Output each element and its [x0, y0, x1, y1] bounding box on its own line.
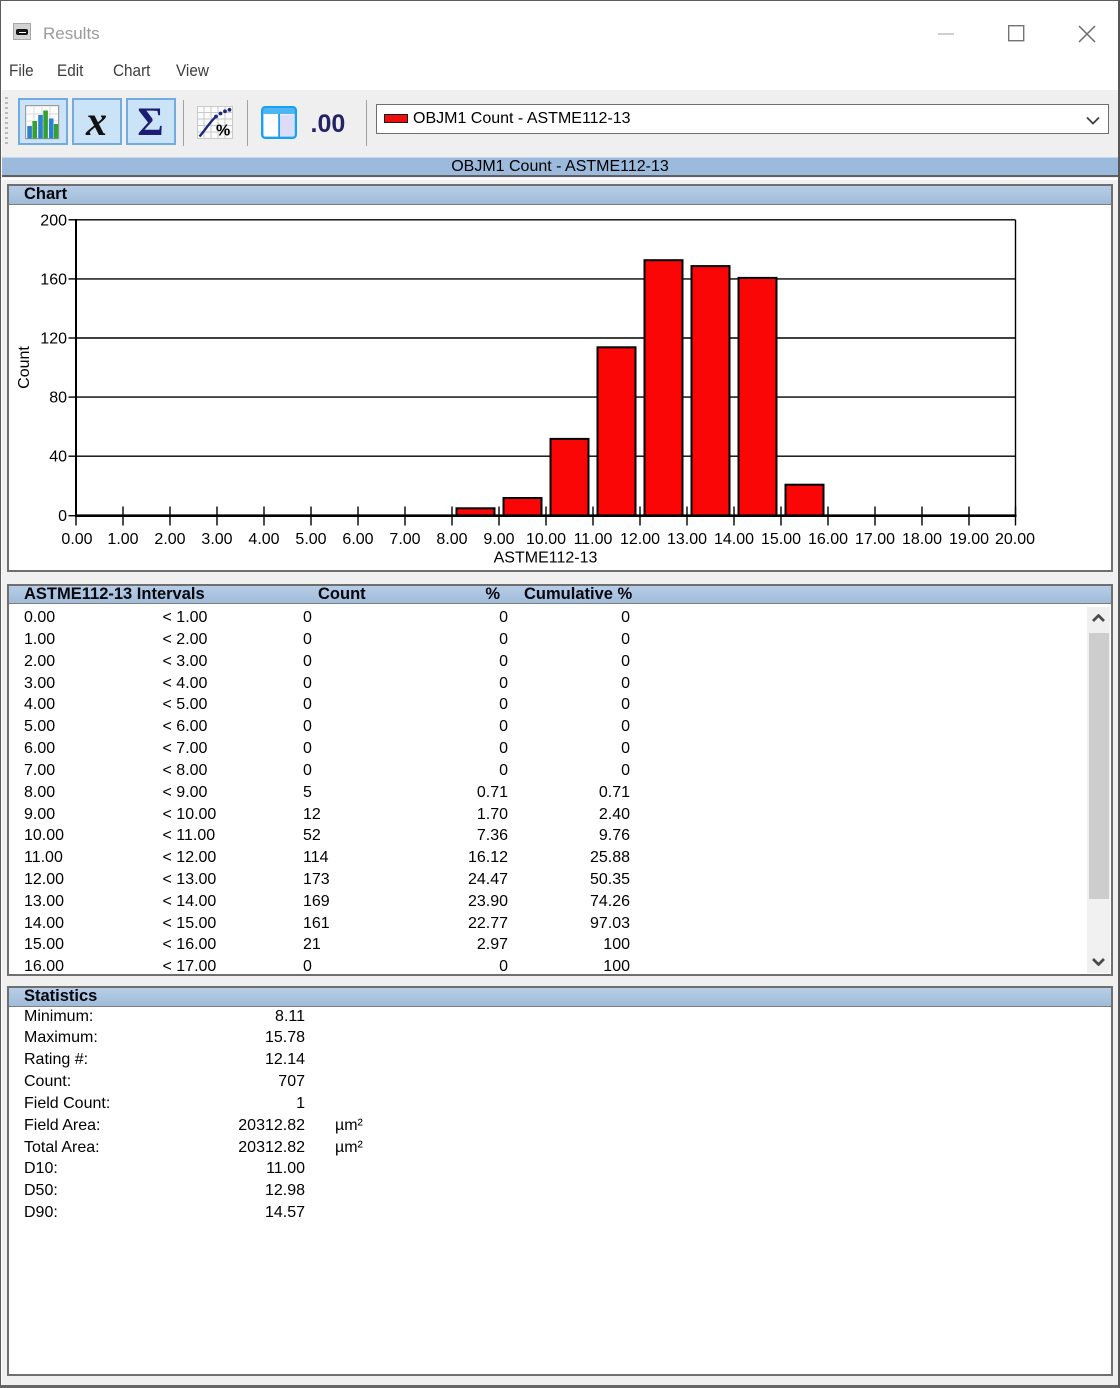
svg-text:10.00: 10.00: [526, 531, 566, 548]
svg-text:1.00: 1.00: [107, 531, 138, 548]
svg-text:8.00: 8.00: [436, 531, 467, 548]
svg-text:18.00: 18.00: [902, 531, 942, 548]
svg-text:200: 200: [40, 212, 67, 229]
svg-text:14.00: 14.00: [714, 531, 754, 548]
svg-text:7.00: 7.00: [389, 531, 420, 548]
svg-text:4.00: 4.00: [248, 531, 279, 548]
svg-text:40: 40: [49, 448, 67, 465]
svg-text:15.00: 15.00: [761, 531, 801, 548]
svg-text:6.00: 6.00: [342, 531, 373, 548]
svg-text:9.00: 9.00: [483, 531, 514, 548]
svg-text:%: %: [216, 123, 230, 140]
svg-text:80: 80: [49, 389, 67, 406]
svg-text:Count: Count: [16, 345, 33, 388]
svg-text:2.00: 2.00: [154, 531, 185, 548]
svg-text:12.00: 12.00: [620, 531, 660, 548]
svg-text:16.00: 16.00: [808, 531, 848, 548]
svg-text:0: 0: [58, 508, 67, 525]
svg-text:0.00: 0.00: [61, 531, 92, 548]
svg-text:ASTME112-13: ASTME112-13: [494, 549, 598, 566]
svg-text:19.00: 19.00: [949, 531, 989, 548]
svg-text:120: 120: [40, 330, 67, 347]
svg-text:13.00: 13.00: [667, 531, 707, 548]
svg-text:160: 160: [40, 271, 67, 288]
svg-text:17.00: 17.00: [855, 531, 895, 548]
svg-text:5.00: 5.00: [295, 531, 326, 548]
svg-text:20.00: 20.00: [995, 531, 1035, 548]
svg-text:11.00: 11.00: [574, 531, 613, 548]
svg-text:3.00: 3.00: [201, 531, 232, 548]
